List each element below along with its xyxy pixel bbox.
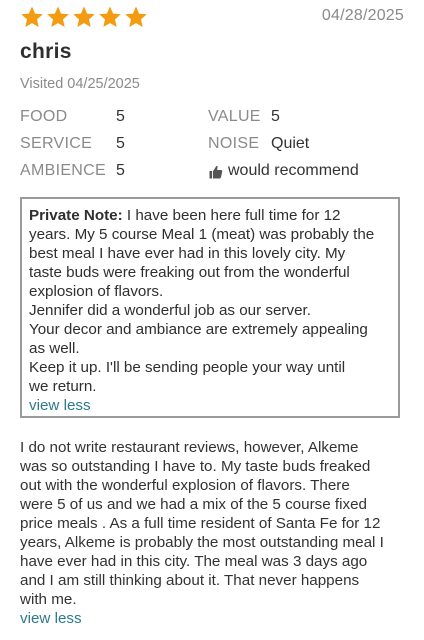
noise-value: Quiet (271, 135, 310, 152)
noise-label: NOISE (208, 135, 260, 152)
value-label: VALUE (208, 108, 261, 125)
private-note-view-less-link[interactable]: view less (29, 396, 91, 415)
note-line: explosion of flavors. (29, 283, 164, 300)
star-rating (20, 5, 148, 29)
star-icon (98, 5, 122, 29)
service-label: SERVICE (20, 135, 93, 152)
body-line: with me. (20, 591, 77, 608)
star-icon (124, 5, 148, 29)
review-view-less-link[interactable]: view less (20, 609, 82, 628)
private-note-text: Private Note: I have been here full time… (29, 206, 391, 396)
body-line: years, Alkeme is probably the most outst… (20, 534, 384, 551)
review-card: 04/28/2025 chris Visited 04/25/2025 FOOD… (0, 0, 424, 640)
body-line: I do not write restaurant reviews, howev… (20, 439, 359, 456)
private-note-box: Private Note: I have been here full time… (20, 197, 400, 418)
body-line: out with the wonderful explosion of flav… (20, 477, 350, 494)
value-value: 5 (271, 108, 280, 125)
recommend-text: would recommend (228, 162, 359, 179)
star-icon (72, 5, 96, 29)
body-line: was so outstanding I have to. My taste b… (20, 458, 371, 475)
private-note-label: Private Note: (29, 207, 123, 224)
note-line: Keep it up. I'll be sending people your … (29, 359, 346, 376)
note-line: Your decor and ambiance are extremely ap… (29, 321, 368, 338)
star-icon (46, 5, 70, 29)
note-line: Jennifer did a wonderful job as our serv… (29, 302, 311, 319)
ambience-value: 5 (116, 162, 125, 179)
note-line: as well. (29, 340, 80, 357)
note-line: we return. (29, 378, 97, 395)
note-line: Private Note: I have been here full time… (29, 207, 341, 224)
note-line: taste buds were freaking out from the wo… (29, 264, 350, 281)
body-line: have ever had in this city. The meal was… (20, 553, 368, 570)
reviewer-name[interactable]: chris (20, 40, 72, 64)
review-date: 04/28/2025 (321, 7, 404, 24)
ratings-grid: FOOD 5 SERVICE 5 AMBIENCE 5 VALUE 5 NOIS… (20, 108, 410, 188)
body-line: price meals . As a full time resident of… (20, 515, 381, 532)
review-body: I do not write restaurant reviews, howev… (20, 438, 412, 628)
ambience-label: AMBIENCE (20, 162, 106, 179)
food-value: 5 (116, 108, 125, 125)
body-line: and I am still thinking about it. That n… (20, 572, 360, 589)
thumbs-up-icon (209, 165, 223, 179)
body-line: were 5 of us and we had a mix of the 5 c… (20, 496, 367, 513)
visited-date: Visited 04/25/2025 (20, 76, 140, 92)
note-line: years. My 5 course Meal 1 (meat) was pro… (29, 226, 375, 243)
service-value: 5 (116, 135, 125, 152)
note-line: best meal I have ever had in this lovely… (29, 245, 346, 262)
food-label: FOOD (20, 108, 68, 125)
star-icon (20, 5, 44, 29)
